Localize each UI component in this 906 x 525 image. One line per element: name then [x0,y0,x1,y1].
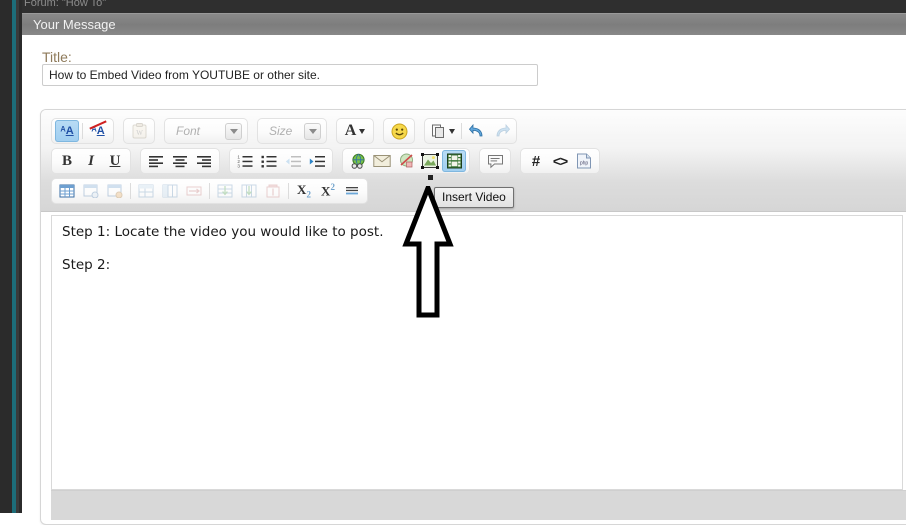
toolbar-group-insert-media [342,148,470,174]
insert-code-icon[interactable]: <> [548,150,572,172]
your-message-header: Your Message [22,13,906,35]
insert-image-icon[interactable] [418,150,442,172]
toolbar-group-alignment [140,148,220,174]
insert-quote-icon[interactable] [483,150,507,172]
align-center-icon[interactable] [168,150,192,172]
toolbar-row-2: B I U 1 2 3 # <> php [41,146,906,176]
remove-link-icon[interactable] [394,150,418,172]
svg-text:W: W [136,129,143,137]
toolbar-separator [209,183,210,199]
bold-icon[interactable]: B [55,150,79,172]
toolbar-group-bold-italic: B I U [51,148,131,174]
delete-row-icon[interactable] [261,180,285,202]
insert-row-icon[interactable] [134,180,158,202]
unordered-list-icon[interactable] [257,150,281,172]
format-text-icon[interactable]: ᴬA [55,120,79,142]
page-title: Your Message [33,17,116,32]
table-properties-icon[interactable] [79,180,103,202]
superscript-icon[interactable]: X2 [316,180,340,202]
font-size-label: Size [269,124,293,138]
insert-table-icon[interactable] [55,180,79,202]
page-root: Forum: "How To" Your Message Title: ᴬA [0,0,906,525]
title-label: Title: [42,49,72,65]
horizontal-rule-icon[interactable] [340,180,364,202]
message-paragraph: Step 1: Locate the video you would like … [62,224,384,240]
insert-link-icon[interactable] [346,150,370,172]
toolbar-group-paste: W [123,118,155,144]
delete-table-icon[interactable] [103,180,127,202]
chevron-down-icon [225,122,242,140]
underline-icon[interactable]: U [103,150,127,172]
toolbar-group-emoticon [383,118,415,144]
svg-text:3: 3 [237,163,240,167]
content-area: Title: ᴬA ᴬA [22,35,906,525]
toolbar-group-font: Font [164,118,248,144]
indent-icon[interactable] [305,150,329,172]
insert-email-icon[interactable] [370,150,394,172]
toolbar-group-attach-history [424,118,517,144]
redo-icon[interactable] [489,120,513,142]
italic-icon[interactable]: I [79,150,103,172]
toolbar-group-code: # <> php [520,148,600,174]
subscript-icon[interactable]: X2 [292,180,316,202]
active-button-marker [428,175,433,180]
merge-cells-icon[interactable] [182,180,206,202]
text-color-icon[interactable]: A [340,120,370,142]
attachment-icon[interactable] [428,120,458,142]
toolbar-separator [130,183,131,199]
ordered-list-icon[interactable]: 123 [233,150,257,172]
svg-text:php: php [580,161,589,167]
message-body[interactable]: Step 1: Locate the video you would like … [51,215,903,490]
message-paragraph: Step 2: [62,257,111,273]
insert-video-icon[interactable] [442,150,466,172]
toolbar-group-format: ᴬA ᴬA [51,118,114,144]
font-family-label: Font [176,124,201,138]
align-right-icon[interactable] [192,150,216,172]
outdent-icon[interactable] [281,150,305,172]
toolbar-group-size: Size [257,118,327,144]
toolbar-separator [82,123,83,139]
forum-breadcrumb-bar: Forum: "How To" [22,0,906,13]
toolbar-group-quote [479,148,511,174]
editor-statusbar [51,490,906,520]
insert-column-icon[interactable] [158,180,182,202]
paste-from-word-icon[interactable]: W [127,120,151,142]
toolbar-row-1: ᴬA ᴬA W Font Size A [41,116,906,146]
emoticon-icon[interactable] [387,120,411,142]
annotation-arrow [402,181,454,318]
align-left-icon[interactable] [144,150,168,172]
message-editor: ᴬA ᴬA W Font Size A B I U 1 2 3 # <> php… [40,109,906,525]
toolbar-group-lists: 123 [229,148,333,174]
left-edge-rail [0,0,22,513]
title-input[interactable] [42,64,538,86]
toolbar-separator [288,183,289,199]
font-size-select[interactable]: Size [261,120,323,142]
insert-php-icon[interactable]: php [572,150,596,172]
toolbar-group-table: X2 X2 [51,178,368,204]
toolbar-group-color: A [336,118,374,144]
rail-dark-stripe [16,0,19,513]
insert-column-right-icon[interactable] [237,180,261,202]
chevron-down-icon [304,122,321,140]
font-family-select[interactable]: Font [168,120,244,142]
insert-row-below-icon[interactable] [213,180,237,202]
undo-icon[interactable] [465,120,489,142]
breadcrumb: Forum: "How To" [24,0,107,9]
toolbar-separator [461,123,462,139]
remove-format-icon[interactable]: ᴬA [86,120,110,142]
insert-hash-icon[interactable]: # [524,150,548,172]
